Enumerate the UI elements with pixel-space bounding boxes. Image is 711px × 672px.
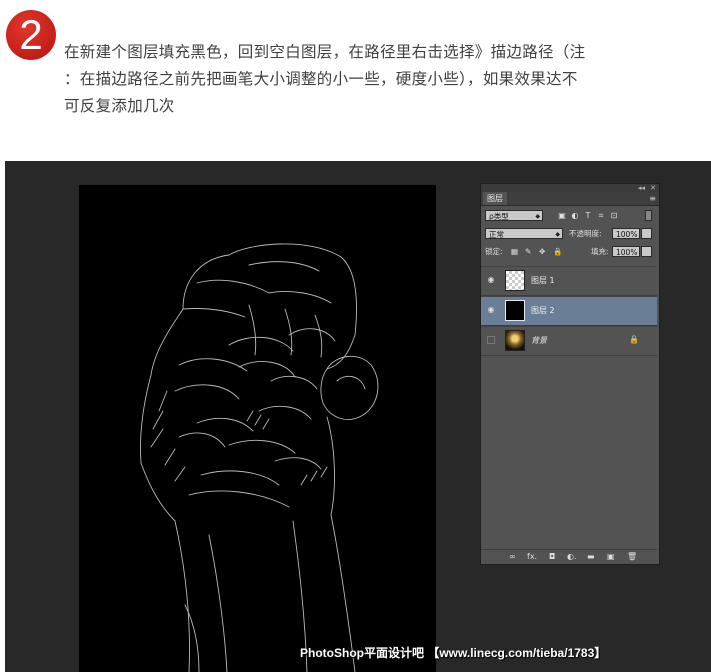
- fill-label: 填充:: [591, 247, 609, 256]
- close-panel-icon[interactable]: ✕: [650, 184, 656, 192]
- layer-thumbnail: [505, 330, 525, 351]
- layer-row-1[interactable]: ◉ 图层 1: [481, 266, 657, 296]
- document-canvas[interactable]: [79, 185, 436, 672]
- lock-all-icon[interactable]: 🔒: [553, 246, 562, 257]
- layers-panel-toolbar: ∞ fx. ◘ ◐. ▬ ▣ 🗑: [481, 549, 657, 564]
- layer-row-background[interactable]: 背景 🔒: [481, 326, 657, 356]
- layer-filter-row: ρ类型 ◆ ▣ ◐ T ⌗ ⊡: [481, 206, 659, 224]
- instruction-text: 在新建个图层填充黑色，回到空白图层，在路径里右击选择》描边路径（注 ：在描边路径…: [64, 39, 711, 120]
- layers-panel: ◂◂ ✕ 图层 ≡ ρ类型 ◆ ▣ ◐ T ⌗ ⊡ 正常 ◆ 不透明度: 100%: [480, 183, 660, 565]
- panel-tab-row: 图层 ≡: [481, 192, 659, 206]
- layer-thumbnail: [505, 270, 525, 291]
- smart-object-filter-icon[interactable]: ⊡: [609, 210, 619, 221]
- photoshop-workspace: ◂◂ ✕ 图层 ≡ ρ类型 ◆ ▣ ◐ T ⌗ ⊡ 正常 ◆ 不透明度: 100%: [5, 161, 711, 672]
- tab-layers[interactable]: 图层: [483, 192, 507, 205]
- mask-icon[interactable]: ◘: [549, 551, 555, 563]
- adjustment-filter-icon[interactable]: ◐: [570, 210, 580, 221]
- fist-stroke-path-drawing: [140, 243, 379, 672]
- blend-mode-value: 正常: [489, 230, 504, 239]
- new-layer-icon[interactable]: ▣: [607, 551, 615, 563]
- step-number-badge: 2: [6, 10, 56, 60]
- opacity-dropdown-icon[interactable]: [641, 228, 652, 239]
- type-filter-icon[interactable]: T: [583, 210, 593, 221]
- collapse-panel-icon[interactable]: ◂◂: [638, 184, 645, 192]
- opacity-label: 不透明度:: [569, 229, 602, 238]
- lock-label: 锁定:: [485, 247, 503, 256]
- eye-icon[interactable]: ◉: [485, 304, 497, 316]
- layer-name: 图层 1: [531, 276, 555, 285]
- panel-top-bar: ◂◂ ✕: [481, 184, 659, 192]
- layer-thumbnail: [505, 300, 525, 321]
- layer-name: 背景: [531, 336, 547, 345]
- fx-icon[interactable]: fx.: [527, 551, 537, 563]
- adjustment-icon[interactable]: ◐.: [567, 551, 577, 563]
- blend-opacity-row: 正常 ◆ 不透明度: 100%: [481, 224, 659, 242]
- layers-list: ◉ 图层 1 ◉ 图层 2 背景 🔒: [481, 266, 657, 356]
- visibility-off-box[interactable]: [487, 336, 495, 344]
- shape-filter-icon[interactable]: ⌗: [596, 210, 606, 221]
- link-icon[interactable]: ∞: [509, 551, 516, 563]
- opacity-input[interactable]: 100%: [612, 228, 640, 239]
- lock-icon: 🔒: [629, 335, 639, 344]
- watermark-text: PhotoShop平面设计吧 【www.linecg.com/tieba/178…: [300, 646, 607, 660]
- layer-row-2[interactable]: ◉ 图层 2: [481, 296, 657, 326]
- blend-mode-select[interactable]: 正常 ◆: [485, 228, 563, 239]
- fill-input[interactable]: 100%: [612, 246, 640, 257]
- lock-transparent-icon[interactable]: ▦: [511, 246, 518, 257]
- filter-kind-value: ρ类型: [489, 212, 509, 221]
- instruction-line-1: 在新建个图层填充黑色，回到空白图层，在路径里右击选择》描边路径（注: [64, 43, 586, 61]
- instruction-line-2: ：在描边路径之前先把画笔大小调整的小一些，硬度小些），如果效果达不: [64, 70, 578, 88]
- step-number: 2: [19, 11, 43, 58]
- lock-move-icon[interactable]: ✥: [539, 246, 545, 257]
- lock-fill-row: 锁定: ▦ ✎ ✥ 🔒 填充: 100%: [481, 242, 659, 260]
- folder-icon[interactable]: ▬: [587, 551, 595, 563]
- layer-name: 图层 2: [531, 306, 555, 315]
- trash-icon[interactable]: 🗑: [627, 551, 637, 563]
- instruction-line-3: 可反复添加几次: [64, 97, 175, 115]
- filter-kind-select[interactable]: ρ类型 ◆: [485, 210, 543, 221]
- filter-toggle-icon[interactable]: [645, 210, 652, 221]
- panel-menu-icon[interactable]: ≡: [649, 192, 656, 205]
- image-filter-icon[interactable]: ▣: [557, 210, 567, 221]
- fill-dropdown-icon[interactable]: [641, 246, 652, 257]
- eye-icon[interactable]: ◉: [485, 274, 497, 286]
- filter-icons: ▣ ◐ T ⌗ ⊡: [557, 210, 622, 221]
- lock-paint-icon[interactable]: ✎: [525, 246, 531, 257]
